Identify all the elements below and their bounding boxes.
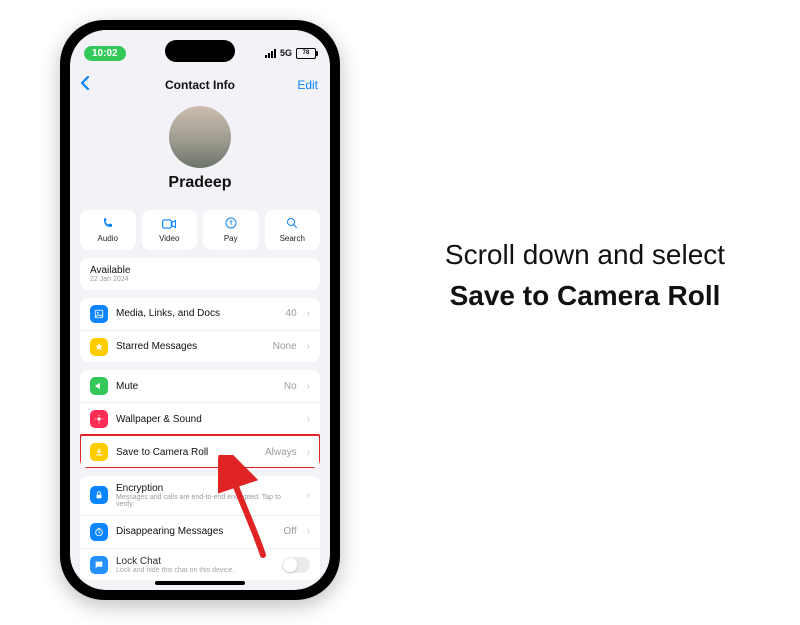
mute-label: Mute [116, 381, 276, 392]
star-icon [90, 338, 108, 356]
mute-row[interactable]: Mute No › [80, 370, 320, 402]
instruction-text: Scroll down and select Save to Camera Ro… [430, 235, 740, 316]
disappearing-value: Off [284, 526, 297, 537]
lock-chat-row[interactable]: Lock Chat Lock and hide this chat on thi… [80, 548, 320, 580]
media-links-docs-row[interactable]: Media, Links, and Docs 40 › [80, 298, 320, 330]
starred-messages-row[interactable]: Starred Messages None › [80, 330, 320, 363]
chevron-right-icon: › [307, 490, 310, 501]
instruction-pre: Scroll down and select [445, 239, 725, 270]
navbar: Contact Info Edit [70, 70, 330, 100]
avatar[interactable] [169, 106, 231, 168]
profile-section: Pradeep [70, 106, 330, 192]
lock-icon [90, 486, 108, 504]
network-label: 5G [280, 48, 292, 58]
wallpaper-sound-row[interactable]: Wallpaper & Sound › [80, 402, 320, 435]
encryption-row[interactable]: Encryption Messages and calls are end-to… [80, 476, 320, 515]
search-button[interactable]: Search [265, 210, 321, 250]
pay-icon: ₹ [225, 217, 237, 232]
chat-lock-icon [90, 556, 108, 574]
audio-button[interactable]: Audio [80, 210, 136, 250]
save-label: Save to Camera Roll [116, 447, 257, 458]
instruction-bold: Save to Camera Roll [450, 280, 721, 311]
chevron-right-icon: › [307, 447, 310, 458]
starred-label: Starred Messages [116, 341, 265, 352]
search-label: Search [280, 234, 305, 243]
search-icon [286, 217, 298, 232]
starred-value: None [273, 341, 297, 352]
video-icon [162, 218, 176, 232]
status-time: 10:02 [84, 46, 126, 61]
settings-scroll[interactable]: Available 22 Jan 2024 Media, Links, and … [80, 258, 320, 580]
edit-button[interactable]: Edit [297, 78, 318, 92]
status-card[interactable]: Available 22 Jan 2024 [80, 258, 320, 290]
encryption-sub: Messages and calls are end-to-end encryp… [116, 494, 299, 508]
lockchat-label: Lock Chat [116, 556, 274, 567]
status-title: Available [90, 265, 130, 276]
photos-icon [90, 305, 108, 323]
phone-frame: 10:02 5G 78 Contact Info Edit [60, 20, 340, 600]
disappearing-messages-row[interactable]: Disappearing Messages Off › [80, 515, 320, 548]
disappearing-label: Disappearing Messages [116, 526, 276, 537]
save-to-camera-roll-row[interactable]: Save to Camera Roll Always › [80, 435, 320, 467]
video-label: Video [159, 234, 179, 243]
pay-label: Pay [224, 234, 238, 243]
svg-text:₹: ₹ [229, 220, 233, 227]
phone-screen: 10:02 5G 78 Contact Info Edit [70, 30, 330, 590]
action-row: Audio Video ₹ Pay [80, 210, 320, 250]
wallpaper-label: Wallpaper & Sound [116, 414, 299, 425]
back-button[interactable] [80, 76, 90, 95]
chevron-left-icon [80, 76, 90, 90]
video-button[interactable]: Video [142, 210, 198, 250]
signal-icon [265, 49, 276, 58]
battery-icon: 78 [296, 48, 316, 59]
home-indicator[interactable] [155, 581, 245, 585]
wallpaper-icon [90, 410, 108, 428]
pay-button[interactable]: ₹ Pay [203, 210, 259, 250]
chevron-right-icon: › [307, 341, 310, 352]
download-icon [90, 443, 108, 461]
chevron-right-icon: › [307, 526, 310, 537]
dynamic-island [165, 40, 235, 62]
phone-icon [102, 217, 114, 232]
lockchat-sub: Lock and hide this chat on this device. [116, 567, 274, 574]
timer-icon [90, 523, 108, 541]
media-label: Media, Links, and Docs [116, 308, 278, 319]
encryption-label: Encryption [116, 483, 299, 494]
media-count: 40 [286, 308, 297, 319]
mute-value: No [284, 381, 297, 392]
speaker-icon [90, 377, 108, 395]
lock-chat-toggle[interactable] [282, 557, 310, 573]
page-title: Contact Info [165, 78, 235, 92]
save-value: Always [265, 447, 297, 458]
status-date: 22 Jan 2024 [90, 276, 130, 283]
contact-name: Pradeep [70, 174, 330, 192]
chevron-right-icon: › [307, 308, 310, 319]
audio-label: Audio [98, 234, 118, 243]
chevron-right-icon: › [307, 381, 310, 392]
chevron-right-icon: › [307, 414, 310, 425]
